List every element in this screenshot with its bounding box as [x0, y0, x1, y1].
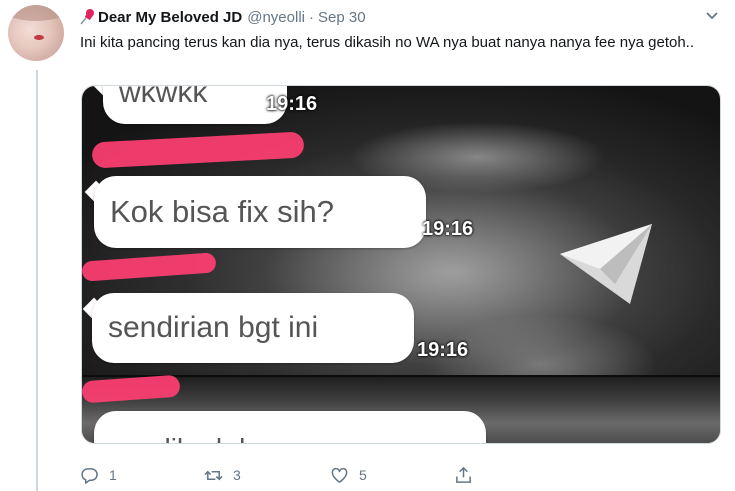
chevron-down-icon[interactable]	[704, 9, 720, 23]
chat-bubble: ...n..lih ..b.k..	[94, 411, 486, 443]
tweet-header: Dear My Beloved JD @nyeolli · Sep 30	[80, 6, 366, 28]
paper-plane-icon	[560, 224, 652, 304]
message-time: 19:16	[266, 93, 318, 115]
tweet-media-image[interactable]: wkwkk 19:16 Kok bisa fix sih? 19:16 send…	[81, 85, 721, 444]
user-handle[interactable]: @nyeolli	[247, 9, 305, 26]
tweet-date[interactable]: Sep 30	[318, 9, 366, 26]
tweet-text: Ini kita pancing terus kan dia nya, teru…	[80, 34, 695, 51]
share-icon	[456, 466, 471, 483]
display-name[interactable]: Dear My Beloved JD	[98, 9, 242, 26]
chat-bubble: wkwkk	[103, 85, 287, 124]
message-text: ...n..lih ..b.k..	[110, 433, 269, 443]
message-time: 19:16	[417, 339, 469, 361]
pushpin-icon	[80, 9, 94, 25]
chat-bubble: Kok bisa fix sih?	[94, 176, 426, 248]
retweet-button[interactable]: 3	[204, 466, 241, 485]
avatar-lips	[34, 35, 44, 40]
thread-line	[36, 70, 38, 491]
like-count: 5	[359, 467, 367, 483]
heart-icon	[331, 467, 348, 483]
message-text: Kok bisa fix sih?	[110, 194, 334, 229]
share-button[interactable]	[454, 466, 473, 485]
reply-icon	[81, 467, 98, 484]
like-button[interactable]: 5	[330, 466, 367, 485]
avatar[interactable]	[8, 5, 64, 61]
message-text: wkwkk	[119, 85, 208, 109]
message-text: sendirian bgt ini	[108, 311, 319, 344]
separator-dot: ·	[309, 8, 314, 26]
message-time: 19:16	[422, 218, 474, 240]
reply-button[interactable]: 1	[80, 466, 117, 485]
reply-count: 1	[109, 467, 117, 483]
avatar-hair	[8, 5, 64, 21]
retweet-icon	[204, 470, 223, 480]
retweet-count: 3	[233, 467, 241, 483]
chat-bubble: sendirian bgt ini	[92, 293, 414, 363]
